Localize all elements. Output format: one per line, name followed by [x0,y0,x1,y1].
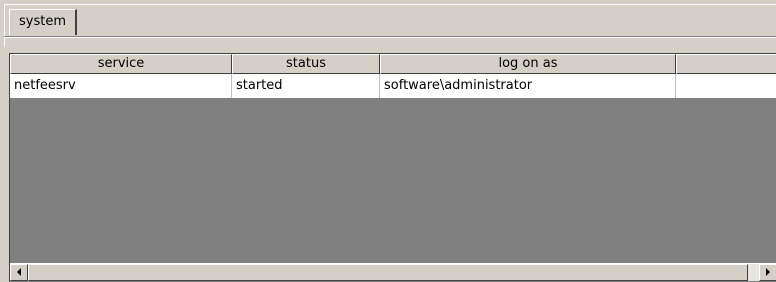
column-header-status[interactable]: status [232,54,380,74]
cell-extra [676,74,776,98]
column-header-row: service status log on as [10,54,776,74]
cell-service: netfeesrv [10,74,232,98]
table-row[interactable]: netfeesrv started software\administrator [10,74,776,98]
arrow-left-icon [17,268,21,276]
scrollbar-thumb[interactable] [28,264,748,281]
column-header-log-on-as[interactable]: log on as [380,54,676,74]
scroll-left-button[interactable] [10,264,28,281]
horizontal-scrollbar[interactable] [10,263,776,281]
cell-log-on-as: software\administrator [380,74,676,98]
tab-system[interactable]: system [9,9,77,35]
services-list-view[interactable]: service status log on as netfeesrv start… [9,53,776,282]
tab-divider-highlight [4,37,776,38]
arrow-right-icon [766,268,770,276]
cell-status: started [232,74,380,98]
column-header-service[interactable]: service [10,54,232,74]
tab-strip: system [0,0,776,48]
tab-area-border [4,4,776,47]
column-header-extra[interactable] [676,54,776,74]
scroll-right-button[interactable] [759,264,776,281]
